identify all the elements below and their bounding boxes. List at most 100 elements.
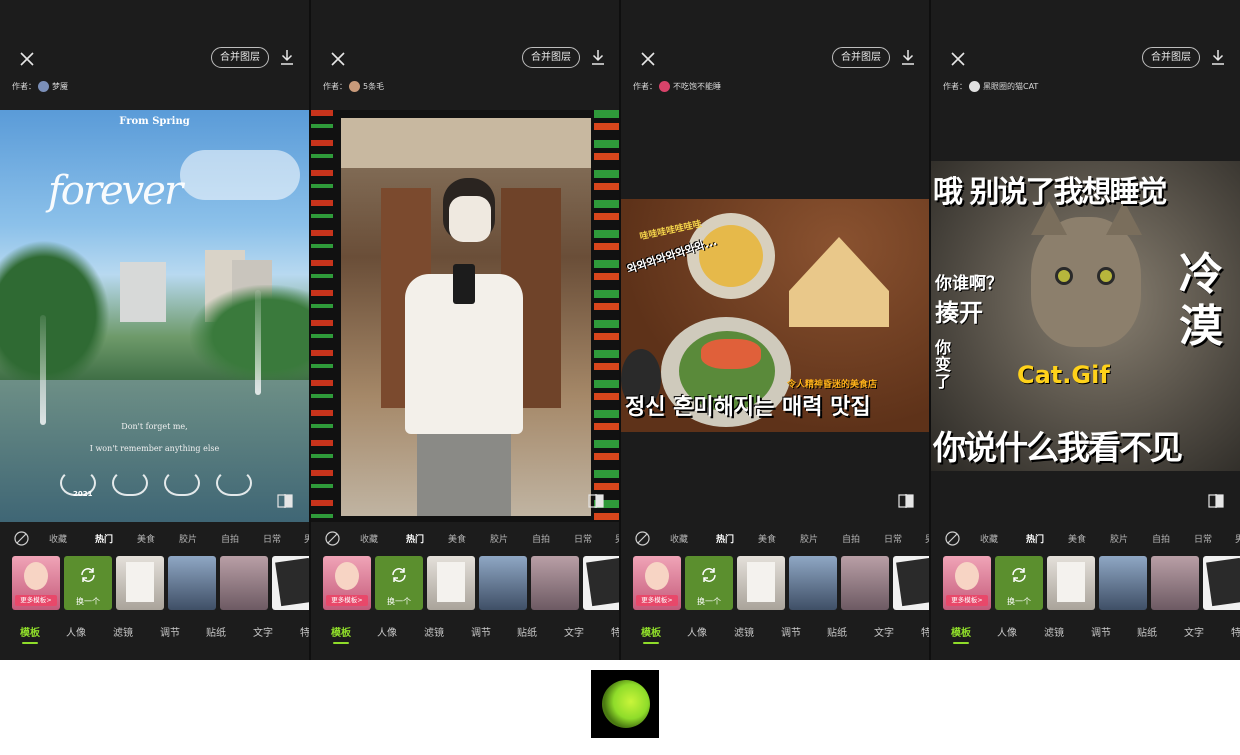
tool-portrait[interactable]: 人像 xyxy=(377,624,397,639)
merge-layers-button[interactable]: 合并图层 xyxy=(211,47,269,68)
tab-favorites[interactable]: 收藏 xyxy=(980,532,998,545)
template-preview[interactable]: 哦 别说了我想睡觉 你谁啊？ 揍开 你变了 冷漠 Cat.Gif 你说什么我看不… xyxy=(931,161,1240,471)
template-preview[interactable]: From Spring forever Don't forget me, I w… xyxy=(0,110,309,522)
swap-template-button[interactable]: 换一个 xyxy=(375,556,423,610)
more-templates-badge[interactable]: 更多模板> xyxy=(326,595,368,606)
compare-icon[interactable] xyxy=(588,494,604,508)
avatar[interactable] xyxy=(349,81,360,92)
template-preview[interactable]: 哇哇哇哇哇哇哇 와와와와와와와와... 令人精神昏迷的美食店 정신 혼미해지는 … xyxy=(621,199,930,432)
template-thumb[interactable] xyxy=(893,556,930,610)
more-templates-thumb[interactable]: 更多模板> xyxy=(323,556,371,610)
download-icon[interactable] xyxy=(901,49,915,65)
tool-adjust[interactable]: 调节 xyxy=(1091,624,1111,639)
tool-sticker[interactable]: 贴纸 xyxy=(827,624,847,639)
author-name[interactable]: 5条毛 xyxy=(363,82,384,91)
tool-portrait[interactable]: 人像 xyxy=(997,624,1017,639)
tab-daily[interactable]: 日常 xyxy=(1194,532,1212,545)
close-icon[interactable] xyxy=(641,52,655,66)
merge-layers-button[interactable]: 合并图层 xyxy=(522,47,580,68)
tab-more[interactable]: 男 xyxy=(1235,532,1240,545)
tab-favorites[interactable]: 收藏 xyxy=(360,532,378,545)
close-icon[interactable] xyxy=(951,52,965,66)
download-icon[interactable] xyxy=(1211,49,1225,65)
avatar[interactable] xyxy=(659,81,670,92)
more-templates-thumb[interactable]: 更多模板> xyxy=(12,556,60,610)
tab-daily[interactable]: 日常 xyxy=(884,532,902,545)
template-thumb[interactable] xyxy=(220,556,268,610)
tab-film[interactable]: 胶片 xyxy=(800,532,818,545)
no-filter-icon[interactable] xyxy=(325,531,340,546)
template-thumb[interactable] xyxy=(1047,556,1095,610)
tab-film[interactable]: 胶片 xyxy=(490,532,508,545)
template-thumb[interactable] xyxy=(168,556,216,610)
more-templates-badge[interactable]: 更多模板> xyxy=(636,595,678,606)
more-templates-badge[interactable]: 更多模板> xyxy=(946,595,988,606)
tab-food[interactable]: 美食 xyxy=(1068,532,1086,545)
template-thumb[interactable] xyxy=(1203,556,1240,610)
avatar[interactable] xyxy=(969,81,980,92)
swap-template-button[interactable]: 换一个 xyxy=(995,556,1043,610)
tab-selfie[interactable]: 自拍 xyxy=(842,532,860,545)
tab-favorites[interactable]: 收藏 xyxy=(670,532,688,545)
template-thumb[interactable] xyxy=(841,556,889,610)
tab-favorites[interactable]: 收藏 xyxy=(49,532,67,545)
template-preview[interactable] xyxy=(311,110,620,522)
tab-hot[interactable]: 热门 xyxy=(716,532,734,545)
template-thumb[interactable] xyxy=(789,556,837,610)
tool-filter[interactable]: 滤镜 xyxy=(1044,624,1064,639)
template-thumb[interactable] xyxy=(1151,556,1199,610)
tool-template[interactable]: 模板 xyxy=(951,624,971,639)
merge-layers-button[interactable]: 合并图层 xyxy=(832,47,890,68)
tab-selfie[interactable]: 自拍 xyxy=(1152,532,1170,545)
no-filter-icon[interactable] xyxy=(945,531,960,546)
tab-hot[interactable]: 热门 xyxy=(95,532,113,545)
tool-text[interactable]: 文字 xyxy=(253,624,273,639)
tab-daily[interactable]: 日常 xyxy=(263,532,281,545)
tab-daily[interactable]: 日常 xyxy=(574,532,592,545)
tab-film[interactable]: 胶片 xyxy=(179,532,197,545)
tool-sticker[interactable]: 贴纸 xyxy=(206,624,226,639)
no-filter-icon[interactable] xyxy=(14,531,29,546)
merge-layers-button[interactable]: 合并图层 xyxy=(1142,47,1200,68)
tool-sticker[interactable]: 贴纸 xyxy=(517,624,537,639)
tab-hot[interactable]: 热门 xyxy=(406,532,424,545)
tool-text[interactable]: 文字 xyxy=(564,624,584,639)
more-templates-badge[interactable]: 更多模板> xyxy=(15,595,57,606)
template-thumb[interactable] xyxy=(272,556,309,610)
tab-food[interactable]: 美食 xyxy=(448,532,466,545)
template-thumb[interactable] xyxy=(427,556,475,610)
more-templates-thumb[interactable]: 更多模板> xyxy=(633,556,681,610)
tool-filter[interactable]: 滤镜 xyxy=(734,624,754,639)
template-thumb[interactable] xyxy=(737,556,785,610)
no-filter-icon[interactable] xyxy=(635,531,650,546)
download-icon[interactable] xyxy=(591,49,605,65)
tab-food[interactable]: 美食 xyxy=(137,532,155,545)
tool-adjust[interactable]: 调节 xyxy=(160,624,180,639)
more-templates-thumb[interactable]: 更多模板> xyxy=(943,556,991,610)
tab-selfie[interactable]: 自拍 xyxy=(532,532,550,545)
tool-effects[interactable]: 特 xyxy=(1231,624,1240,639)
tool-text[interactable]: 文字 xyxy=(874,624,894,639)
tool-filter[interactable]: 滤镜 xyxy=(113,624,133,639)
tool-effects[interactable]: 特 xyxy=(300,624,309,639)
tool-adjust[interactable]: 调节 xyxy=(471,624,491,639)
template-thumb[interactable] xyxy=(583,556,620,610)
tab-hot[interactable]: 热门 xyxy=(1026,532,1044,545)
author-name[interactable]: 梦魇 xyxy=(52,82,68,91)
avatar[interactable] xyxy=(38,81,49,92)
close-icon[interactable] xyxy=(20,52,34,66)
author-name[interactable]: 不吃饱不能睡 xyxy=(673,82,721,91)
tool-sticker[interactable]: 贴纸 xyxy=(1137,624,1157,639)
author-name[interactable]: 黑眼圈的猫CAT xyxy=(983,82,1038,91)
tool-template[interactable]: 模板 xyxy=(331,624,351,639)
tool-portrait[interactable]: 人像 xyxy=(66,624,86,639)
compare-icon[interactable] xyxy=(898,494,914,508)
template-thumb[interactable] xyxy=(1099,556,1147,610)
tool-template[interactable]: 模板 xyxy=(641,624,661,639)
swap-template-button[interactable]: 换一个 xyxy=(64,556,112,610)
close-icon[interactable] xyxy=(331,52,345,66)
tool-text[interactable]: 文字 xyxy=(1184,624,1204,639)
tool-adjust[interactable]: 调节 xyxy=(781,624,801,639)
template-thumb[interactable] xyxy=(116,556,164,610)
download-icon[interactable] xyxy=(280,49,294,65)
